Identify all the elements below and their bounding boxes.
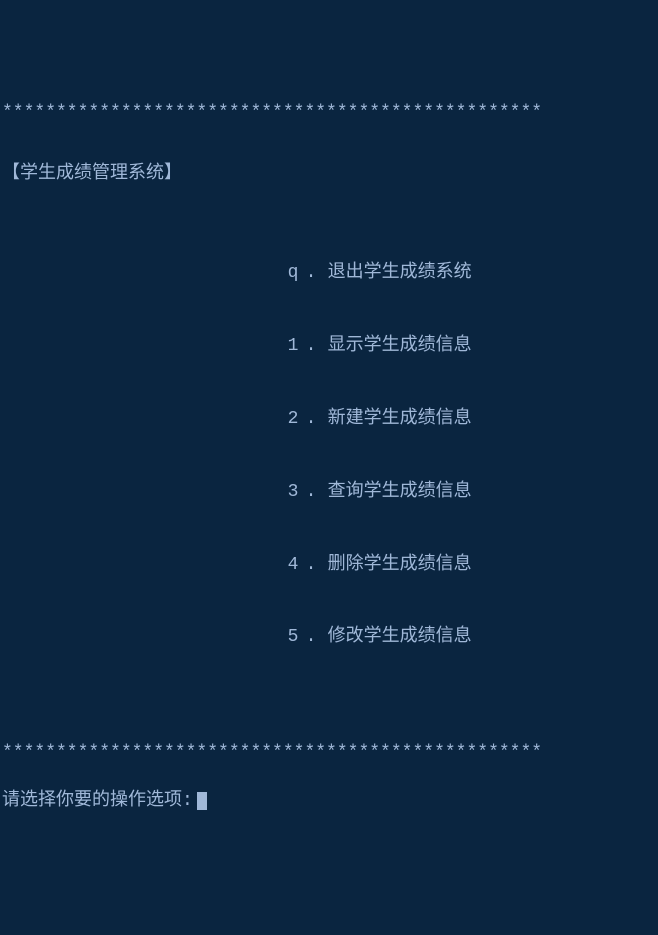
border-top: ****************************************… <box>2 101 656 125</box>
menu-item-quit[interactable]: q.退出学生成绩系统 <box>2 237 656 286</box>
menu-label: 新建学生成绩信息 <box>328 409 472 429</box>
input-prompt[interactable]: 请选择你要的操作选项: <box>2 789 656 813</box>
prompt-text: 请选择你要的操作选项: <box>2 789 193 813</box>
menu-dot: . <box>306 407 328 431</box>
menu-item-query[interactable]: 3.查询学生成绩信息 <box>2 455 656 504</box>
spacer <box>2 698 656 716</box>
menu-item-delete[interactable]: 4.删除学生成绩信息 <box>2 528 656 577</box>
menu-key: q <box>288 261 306 285</box>
app-title: 【学生成绩管理系统】 <box>2 162 656 186</box>
menu-label: 显示学生成绩信息 <box>328 336 472 356</box>
menu-label: 退出学生成绩系统 <box>328 263 472 283</box>
menu-key: 4 <box>288 553 306 577</box>
border-bottom: ****************************************… <box>2 741 656 765</box>
menu-key: 2 <box>288 407 306 431</box>
menu-label: 修改学生成绩信息 <box>328 627 472 647</box>
cursor-icon <box>197 792 207 810</box>
menu-item-show[interactable]: 1.显示学生成绩信息 <box>2 310 656 359</box>
menu-item-modify[interactable]: 5.修改学生成绩信息 <box>2 601 656 650</box>
menu-dot: . <box>306 625 328 649</box>
menu-dot: . <box>306 334 328 358</box>
menu-key: 5 <box>288 625 306 649</box>
menu-key: 3 <box>288 480 306 504</box>
menu-label: 删除学生成绩信息 <box>328 555 472 575</box>
menu-key: 1 <box>288 334 306 358</box>
menu-dot: . <box>306 261 328 285</box>
menu-label: 查询学生成绩信息 <box>328 482 472 502</box>
menu-dot: . <box>306 480 328 504</box>
menu-item-new[interactable]: 2.新建学生成绩信息 <box>2 382 656 431</box>
menu-dot: . <box>306 553 328 577</box>
